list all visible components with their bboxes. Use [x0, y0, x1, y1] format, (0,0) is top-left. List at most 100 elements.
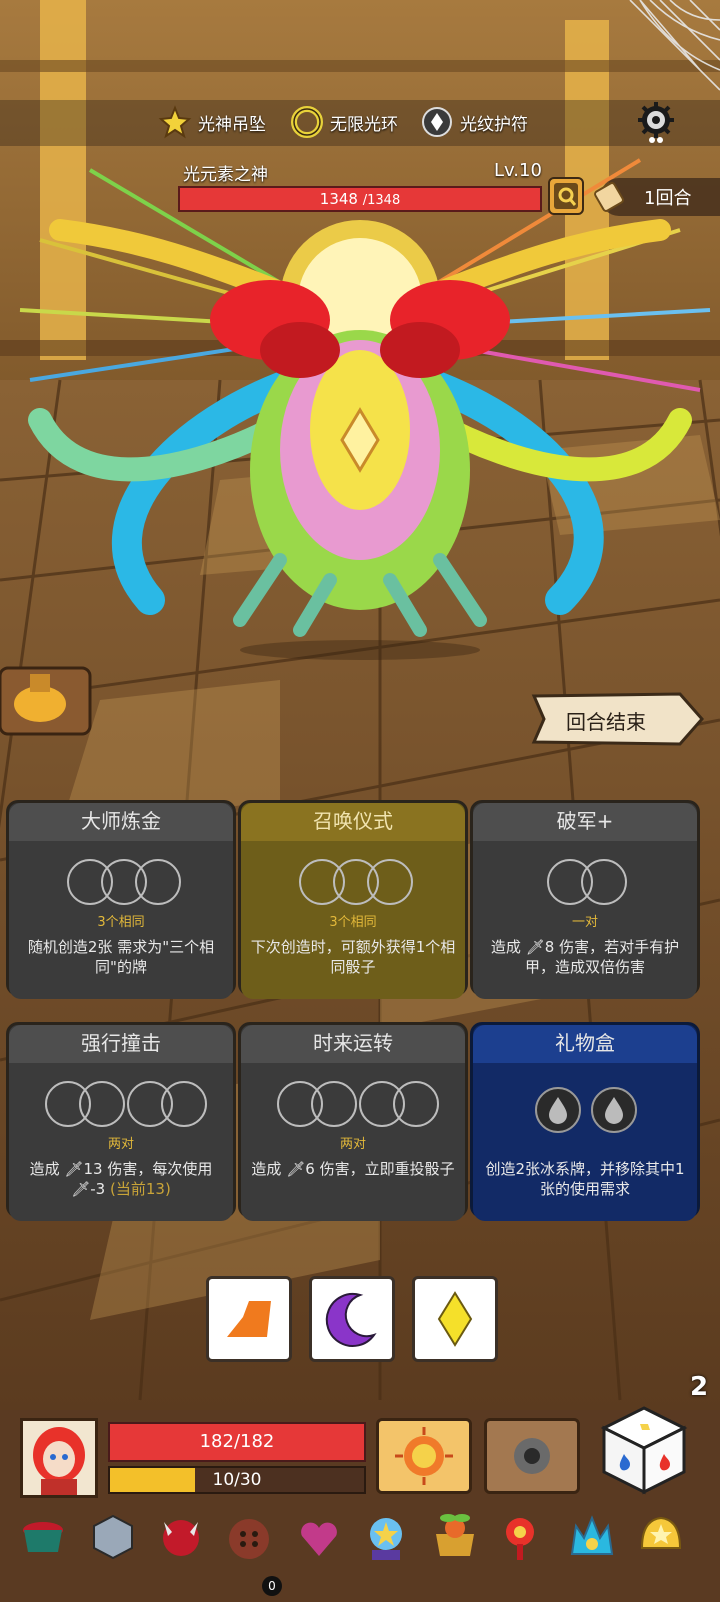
turn-counter: 1回合 — [594, 178, 720, 216]
skill-card[interactable]: 时来运转 两对 造成 🗡6 伤害，立即重投骰子 — [238, 1022, 468, 1221]
water-drop-slot — [535, 1087, 581, 1133]
rolled-die[interactable] — [309, 1276, 395, 1362]
player-xp-bar: 10/30 — [108, 1466, 366, 1494]
player-xp-text: 10/30 — [212, 1470, 262, 1490]
relic-label: 无限光环 — [330, 114, 398, 135]
dice-slot — [367, 859, 413, 905]
relic-item[interactable]: 无限光环 — [290, 102, 398, 142]
player-hp-bar: 182/182 — [108, 1422, 366, 1462]
relic-slot[interactable] — [562, 1506, 622, 1566]
player-avatar[interactable] — [20, 1418, 98, 1498]
ability-slot-active[interactable] — [376, 1418, 472, 1494]
scroll-icon — [594, 182, 624, 212]
damage-value: 8 — [544, 938, 555, 956]
orange-shape-icon — [227, 1301, 271, 1337]
card-description: 下次创造时，可额外获得1个相同骰子 — [250, 938, 456, 976]
relic-item[interactable]: 光纹护符 — [420, 102, 528, 142]
desc-prefix: 造成 — [490, 938, 521, 956]
relic-label: 光纹护符 — [460, 114, 528, 135]
sun-emblem-icon — [395, 1427, 453, 1485]
skill-card[interactable]: 召唤仪式 3个相同 下次创造时，可额外获得1个相同骰子 — [238, 800, 468, 999]
desc-prefix: 造成 — [251, 1160, 282, 1178]
skill-card[interactable]: 大师炼金 3个相同 随机创造2张 需求为"三个相同"的牌 — [6, 800, 236, 999]
reroll-count: 2 — [690, 1372, 709, 1402]
boss-name: 光元素之神 — [183, 165, 268, 185]
relic-slot[interactable] — [88, 1512, 138, 1562]
relic-slot[interactable] — [358, 1510, 414, 1566]
ability-slot[interactable] — [484, 1418, 580, 1494]
card-title: 召唤仪式 — [241, 803, 465, 841]
card-description: 造成 🗡6 伤害，立即重投骰子 — [249, 1159, 457, 1179]
dice-slot — [161, 1081, 207, 1127]
card-title: 强行撞击 — [9, 1025, 233, 1063]
skill-card[interactable]: 强行撞击 两对 造成 🗡13 伤害，每次使用 🗡-3 (当前13) — [6, 1022, 236, 1221]
card-description: 创造2张冰系牌，并移除其中1张的使用需求 — [485, 1160, 685, 1198]
card-requirement: 两对 — [107, 1137, 134, 1152]
relic-slot[interactable] — [18, 1512, 68, 1562]
rolled-die[interactable] — [206, 1276, 292, 1362]
avatar-portrait — [33, 1427, 85, 1495]
desc-prefix: 造成 — [29, 1160, 60, 1178]
relic-slot[interactable] — [494, 1510, 550, 1566]
card-requirement: 一对 — [571, 915, 598, 930]
stone-ring-icon — [514, 1438, 550, 1474]
sword-icon: 🗡 — [71, 1180, 91, 1198]
relic-slot[interactable] — [222, 1512, 276, 1566]
star-pendant-icon — [158, 105, 192, 139]
dice-slot — [581, 859, 627, 905]
card-description: 造成 🗡8 伤害，若对手有护甲，造成双倍伤害 — [481, 937, 689, 977]
relic-slot[interactable] — [154, 1510, 208, 1564]
settings-gear-icon[interactable] — [632, 98, 680, 146]
rolled-die[interactable] — [412, 1276, 498, 1362]
card-title: 大师炼金 — [9, 803, 233, 841]
magnifier-icon — [554, 183, 578, 209]
card-requirement: 两对 — [339, 1137, 366, 1152]
desc-mid: 伤害，每次使用 — [107, 1160, 213, 1178]
crescent-moon-icon — [325, 1293, 377, 1347]
relic-slot[interactable] — [632, 1508, 690, 1566]
card-requirement: 3个相同 — [97, 915, 145, 930]
boss-hp-bar: 1348 /1348 — [178, 186, 542, 212]
relic-badge: 0 — [262, 1576, 282, 1596]
dice-slot — [135, 859, 181, 905]
dice-slot — [79, 1081, 125, 1127]
star-orb-icon — [370, 1518, 402, 1560]
sword-icon: 🗡 — [286, 1160, 306, 1178]
card-title: 礼物盒 — [473, 1025, 697, 1063]
damage-decrease: -3 — [90, 1180, 106, 1198]
golden-helmet-icon — [640, 1516, 682, 1549]
halo-ring-icon — [291, 106, 323, 138]
dice-slot — [311, 1081, 357, 1127]
dice-slot — [393, 1081, 439, 1127]
card-title: 时来运转 — [241, 1025, 465, 1063]
skill-card[interactable]: 礼物盒 创造2张冰系牌，并移除其中1张的使用需求 — [470, 1022, 700, 1221]
damage-value: 13 — [83, 1160, 103, 1178]
skill-card[interactable]: 破军+ 一对 造成 🗡8 伤害，若对手有护甲，造成双倍伤害 — [470, 800, 700, 999]
card-title: 破军+ — [473, 803, 697, 841]
spiky-heart-icon — [301, 1522, 337, 1556]
blue-flame-crown-icon — [570, 1515, 614, 1555]
water-drop-slot — [591, 1087, 637, 1133]
boss-info-button[interactable] — [548, 177, 584, 215]
current-damage: (当前13) — [110, 1180, 171, 1198]
relic-slot[interactable] — [292, 1512, 346, 1566]
red-key-icon — [506, 1518, 534, 1560]
button-icon — [229, 1519, 269, 1559]
cauldron-icon — [23, 1522, 63, 1552]
relic-item[interactable]: 光神吊坠 — [158, 102, 266, 142]
relic-slot[interactable] — [426, 1508, 484, 1566]
relic-label: 光神吊坠 — [198, 114, 266, 135]
end-turn-label: 回合结束 — [566, 710, 646, 734]
end-turn-button[interactable]: 回合结束 — [530, 690, 706, 748]
desc-suffix: 伤害，立即重投骰子 — [319, 1160, 455, 1178]
reroll-dice-button[interactable] — [596, 1402, 692, 1498]
damage-value: 6 — [305, 1160, 315, 1178]
amulet-icon — [422, 107, 452, 137]
boss-hp-current: 1348 — [319, 190, 358, 208]
boss-hp-max: /1348 — [362, 193, 401, 208]
cube-icon — [93, 1514, 133, 1560]
cube-dice-icon — [600, 1406, 688, 1495]
water-drop-icon — [605, 1097, 623, 1124]
card-description: 造成 🗡13 伤害，每次使用 🗡-3 (当前13) — [17, 1159, 225, 1199]
fruit-pot-icon — [436, 1514, 474, 1556]
